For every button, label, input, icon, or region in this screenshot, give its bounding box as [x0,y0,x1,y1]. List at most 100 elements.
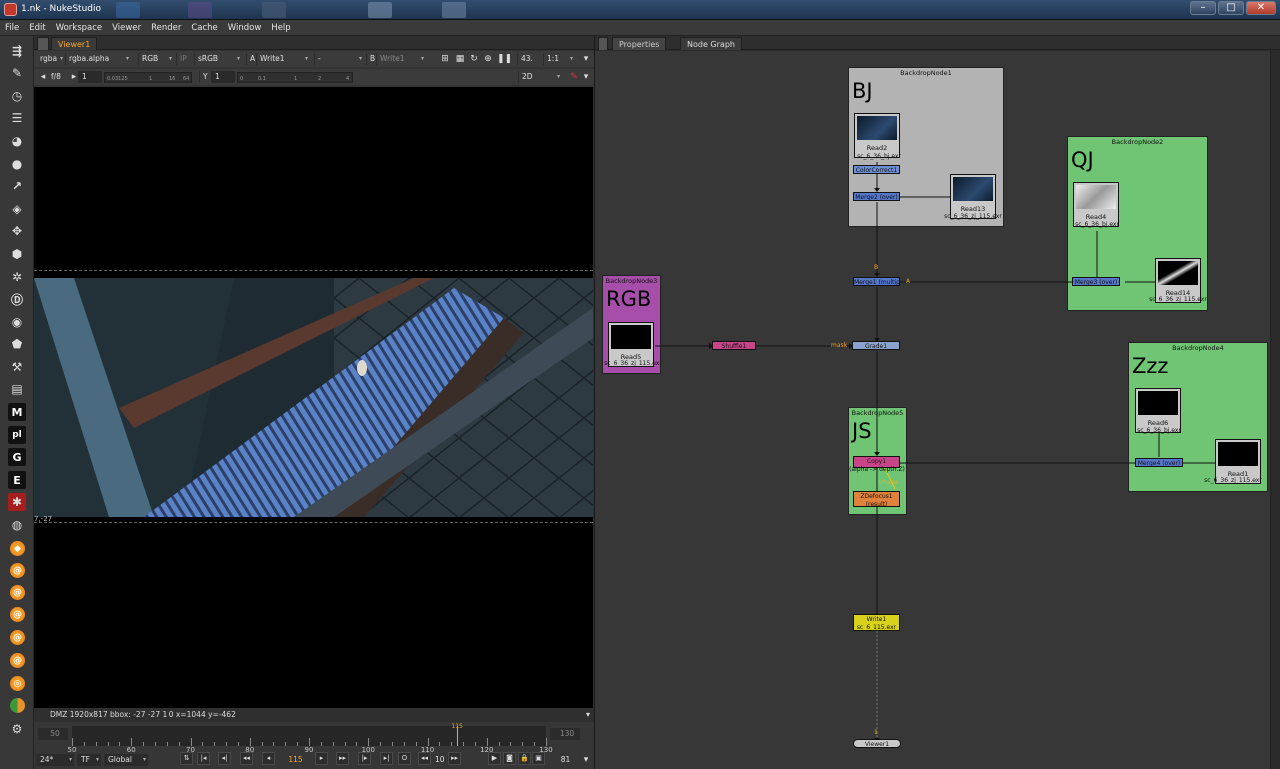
particles-icon[interactable]: ✲ [8,268,26,286]
colorcorrect1-node[interactable]: ColorCorrect1 [853,165,900,174]
g-icon[interactable]: G [8,448,26,466]
merge2-node[interactable]: Merge2 (over) [853,192,900,201]
menu-help[interactable]: Help [266,20,295,36]
swirl3-icon[interactable]: @ [10,607,25,622]
tag-icon[interactable]: ⬟ [8,335,26,353]
first-frame-icon[interactable]: |◂ [197,752,210,765]
menu-window[interactable]: Window [223,20,267,36]
menu-viewer[interactable]: Viewer [107,20,146,36]
menu-file[interactable]: File [0,20,24,36]
prev-key-icon[interactable]: ◂| [218,752,231,765]
merge4-node[interactable]: Merge4 (over) [1135,458,1183,467]
minimize-button[interactable]: – [1190,1,1216,15]
step-forward-icon[interactable]: ▸▸ [448,752,461,765]
ratio-dropdown[interactable]: 1:1 ▾ [543,53,575,65]
display-channel-dropdown[interactable]: RGB ▾ [138,53,174,65]
flipbook-icon[interactable]: ▶ [488,752,501,765]
alpha-dropdown[interactable]: rgba.alpha ▾ [65,53,131,65]
ball-icon[interactable] [10,698,25,713]
cube-icon[interactable]: ⬢ [8,245,26,263]
lut-dropdown[interactable]: sRGB ▾ [194,53,242,65]
play-back-icon[interactable]: ◂ [262,752,275,765]
viewer-canvas[interactable]: 7,-27 [34,87,593,708]
node-graph-scrollbar[interactable] [1270,51,1280,769]
stack-icon[interactable]: ◈ [8,200,26,218]
next-step-icon[interactable]: ▸▸ [336,752,349,765]
merge3-node[interactable]: Merge3 (over) [1072,277,1120,286]
prev-step-icon[interactable]: ◂◂ [240,752,253,765]
film-icon[interactable]: ▤ [8,380,26,398]
chevron-down-icon[interactable]: ▾ [580,71,592,83]
wrench-icon[interactable]: ⚒ [8,358,26,376]
read2-node[interactable]: Read2 [854,113,900,158]
capture-icon[interactable]: ◙ [503,752,516,765]
tf-dropdown[interactable]: TF ▾ [77,754,101,766]
ip-button[interactable]: IP [176,53,192,65]
gamma-field[interactable]: 1 [211,71,235,83]
step-field[interactable]: 10 [432,754,446,766]
pane-menu-icon[interactable] [598,37,608,50]
lock-icon[interactable]: 🔒 [518,752,531,765]
red-icon[interactable]: ✱ [8,493,26,511]
gain-field[interactable]: 1 [78,71,102,83]
swirl6-icon[interactable]: ◎ [10,676,25,691]
channels-dropdown[interactable]: rgba ▾ [37,53,65,65]
tab-viewer1[interactable]: Viewer1 [51,37,98,50]
cache-icon[interactable]: ▣ [532,752,545,765]
brush-icon[interactable]: ✎ [8,64,26,82]
layers-icon[interactable]: ☰ [8,109,26,127]
timeline-scrubber[interactable]: 50 60 70 80 90 100 110 120 130 115 [68,723,553,754]
e-icon[interactable]: E [8,471,26,489]
pl-icon[interactable]: pl [8,426,26,444]
step-back-icon[interactable]: ◂◂ [418,752,431,765]
tab-properties[interactable]: Properties [612,37,667,50]
swirl4-icon[interactable]: @ [10,630,25,645]
gamma-slider[interactable]: 0 0.1 1 2 4 [237,72,353,83]
menu-cache[interactable]: Cache [186,20,222,36]
timeline-start-field[interactable]: 50 [38,728,68,740]
next-key-icon[interactable]: |▸ [358,752,371,765]
chevron-down-icon[interactable]: ▾ [586,708,590,722]
menu-workspace[interactable]: Workspace [51,20,107,36]
close-button[interactable]: ✕ [1246,1,1276,15]
flame-icon[interactable]: ◆ [10,541,25,556]
chevron-down-icon[interactable]: ▾ [580,53,592,65]
timeline-end-field[interactable]: 130 [550,728,580,740]
circle-icon[interactable]: ● [8,155,26,173]
play-forward-icon[interactable]: ▸ [315,752,328,765]
gain-slider[interactable]: 0.03125 1 16 64 [104,72,192,83]
last-frame-icon[interactable]: ▸| [380,752,393,765]
fstop-field[interactable]: f/8 [48,71,70,83]
grade1-node[interactable]: Grade1 [852,341,900,350]
loop-icon[interactable]: O [398,752,411,765]
compare-mode-dropdown[interactable]: - ▾ [314,53,364,65]
pause-icon[interactable]: ❚❚ [497,53,512,65]
refresh-icon[interactable]: ↻ [468,53,480,65]
fps-dropdown[interactable]: 24* ▾ [36,754,74,766]
paint-icon[interactable]: ✎ [568,71,580,83]
viewer1-node[interactable]: Viewer1 [853,739,901,748]
swirl5-icon[interactable]: @ [10,653,25,668]
zoom-dropdown[interactable]: 43. [517,53,539,65]
roi-icon[interactable]: ▦ [454,53,466,65]
maximize-button[interactable]: □ [1218,1,1244,15]
m-icon[interactable]: M [8,403,26,421]
cursor-icon[interactable]: ⇶ [8,42,26,60]
swirl2-icon[interactable]: @ [10,585,25,600]
deep-icon[interactable]: Ⓓ [8,290,26,308]
color-wheel-icon[interactable]: ◕ [8,132,26,150]
swirl-icon[interactable]: @ [10,563,25,578]
o-icon[interactable]: ◍ [8,516,26,534]
chevron-down-icon[interactable]: ▾ [580,754,592,766]
clock-icon[interactable]: ◷ [8,87,26,105]
out-frame-field[interactable]: 81 [552,754,576,766]
pane-menu-icon[interactable] [37,37,49,50]
menu-edit[interactable]: Edit [24,20,50,36]
curve-icon[interactable]: ↗ [8,177,26,195]
a-input-dropdown[interactable]: Write1 ▾ [256,53,310,65]
node-graph-canvas[interactable]: BackdropNode1 BJ BackdropNode2 QJ Backdrop… [595,51,1271,769]
shuffle1-node[interactable]: Shuffle1 [712,341,756,350]
tab-node-graph[interactable]: Node Graph [680,37,742,50]
gear-icon[interactable]: ⚙ [8,720,26,738]
current-frame-field[interactable]: 115 [282,754,306,766]
